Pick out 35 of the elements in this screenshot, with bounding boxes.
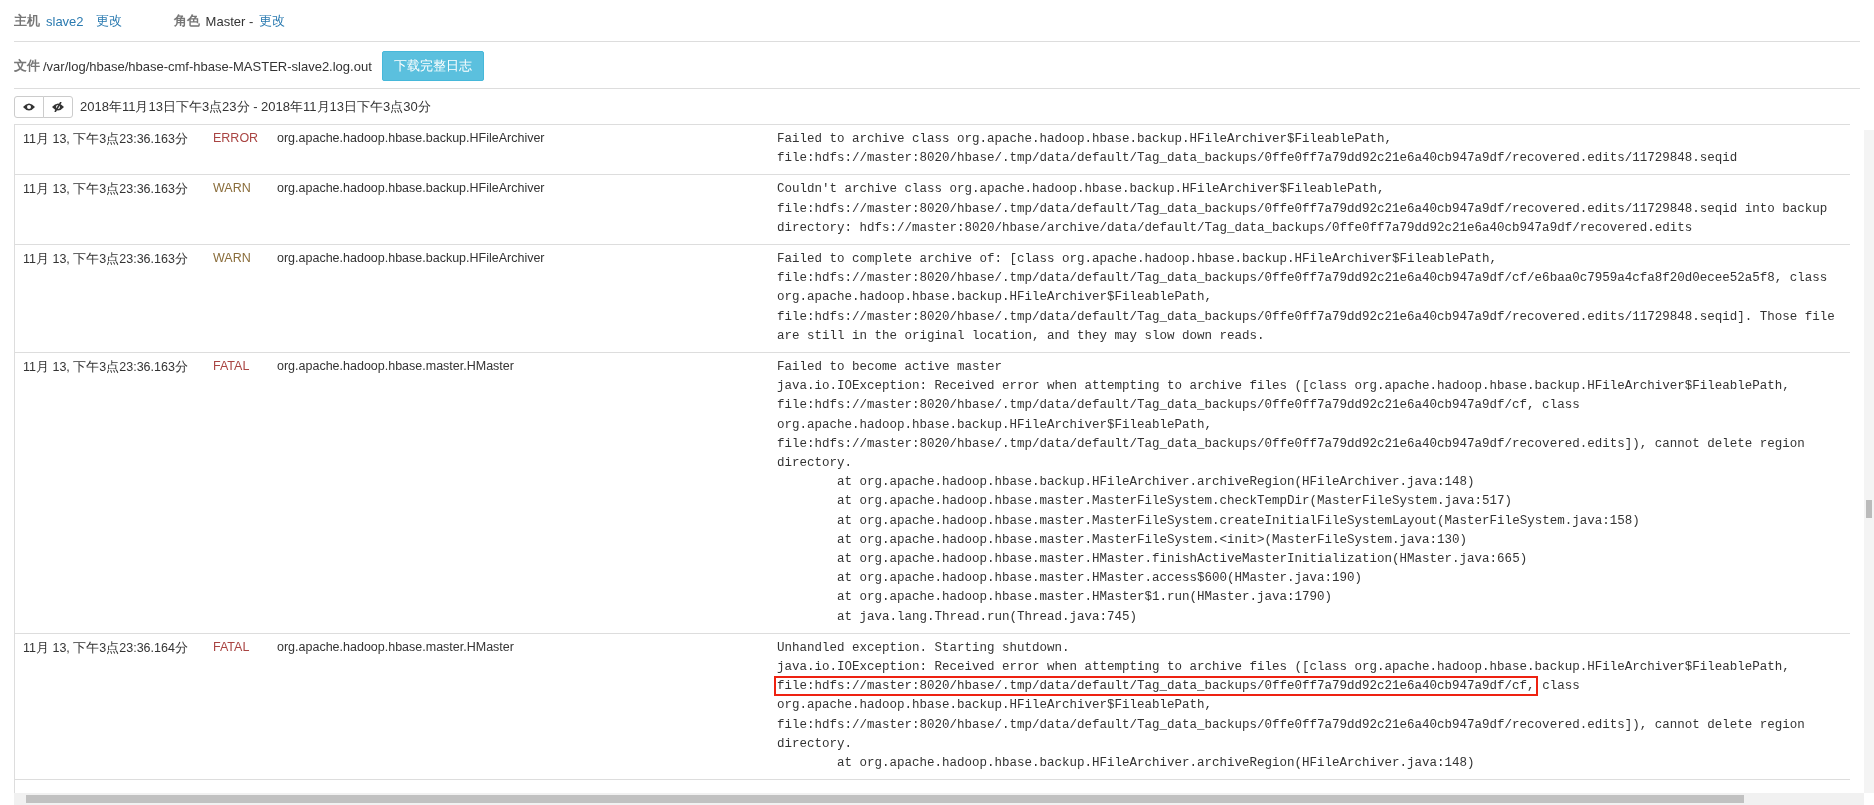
severity-cell-text: WARN bbox=[213, 250, 252, 267]
timestamp-cell-text: 11月 13, 下午3点23:36.163分 bbox=[23, 181, 189, 199]
show-button[interactable] bbox=[14, 96, 44, 118]
log-message: Failed to become active master java.io.IOException: Received error when attempting to archive files ([class org.apache.hadoop.hbase.backup.HFileArchiver$FileablePath, file:hdfs://master:8020/hbase/.tmp/data/default/Tag_data_backups/0ffe0ff7a79dd92c21e6a40cb947a9df/cf, class org.apache.hadoop.hbase.backup.HFileArchiver$FileablePath, file:hdfs://master:8020/hbase/.tmp/data/default/Tag_data_backups/0ffe0ff7a79dd92c21e6a40cb947a9df/recovered.edits]), cannot delete region directory. at org.apache.hadoop.hbase.backup.HFileArchiver.archiveRegion(HFileArchiver.java:148) at org.apache.hadoop.hbase.master.MasterFileSystem.checkTempDir(MasterFileSystem.java:517) at org.apache.hadoop.hbase.master.MasterFileSystem.createInitialFileSystemLayout(MasterFileSystem.java:158) at org.apache.hadoop.hbase.master.MasterFileSystem.<init>(MasterFileSystem.java:130) at org.apache.hadoop.hbase.master.HMaster.finishActiveMasterInitialization(HMaster.java:665) at org.apache.hadoop.hbase.master.HMaster.access$600(HMaster.java:190) at org.apache.hadoop.hbase.master.HMaster$1.run(HMaster.java:1790) at java.lang.Thread.run(Thread.java:745) bbox=[777, 359, 1805, 626]
log-message: Unhandled exception. Starting shutdown. java.io.IOException: Received error when attempting to archive files ([class org.apache.hadoop.hbase.backup.HFileArchiver$FileablePath, file:hdfs://master:8020/hbase/.tmp/data/default/Tag_data_backups/0ffe0ff7a79dd92c21e6a40cb947a9df/cf, class org.apache.hadoop.hbase.backup.HFileArchiver$FileablePath, file:hdfs://master:8020/hbase/.tmp/data/default/Tag_data_backups/0ffe0ff7a79dd92c21e6a40cb947a9df/recovered.edits]), cannot delete region directory. at org.apache.hadoop.hbase.backup.HFileArchiver.archiveRegion(HFileArchiver.java:148) bbox=[777, 638, 1805, 774]
time-range: 2018年11月13日下午3点23分 - 2018年11月13日下午3点30分 bbox=[80, 98, 431, 116]
host-label: 主机 bbox=[14, 12, 40, 30]
role-value: Master - bbox=[205, 13, 254, 29]
timestamp-cell-text: 11月 13, 下午3点23:36.164分 bbox=[23, 639, 189, 657]
source-cell-text: org.apache.hadoop.hbase.backup.HFileArchiver bbox=[277, 130, 546, 147]
severity-cell-text: ERROR bbox=[213, 130, 260, 147]
file-label: 文件 bbox=[14, 57, 40, 75]
log-message: Failed to archive class org.apache.hadoop.hbase.backup.HFileArchiver$FileablePath, file:hdfs://master:8020/hbase/.tmp/data/default/Tag_data_backups/0ffe0ff7a79dd92c21e6a40cb947a9df/recovered.edits/11729848.seqid bbox=[777, 131, 1738, 168]
change-link[interactable]: 更改 bbox=[259, 12, 286, 30]
change-link[interactable]: 更改 bbox=[95, 12, 122, 30]
log-message: Couldn't archive class org.apache.hadoop.hbase.backup.HFileArchiver$FileablePath, file:hdfs://master:8020/hbase/.tmp/data/default/Tag_data_backups/0ffe0ff7a79dd92c21e6a40cb947a9df/recovered.edits/11729848.seqid into backup directory: hdfs://master:8020/hbase/archive/data/default/Tag_data_backups/0ffe0ff7a79dd92c21e6a40cb947a9df/recovered.edits bbox=[777, 181, 1828, 237]
severity-cell-text: FATAL bbox=[213, 358, 251, 376]
severity-cell-text: WARN bbox=[213, 180, 252, 198]
vertical-scrollbar[interactable] bbox=[1864, 130, 1874, 793]
host-link[interactable]: slave2 bbox=[46, 13, 84, 29]
source-cell-text: org.apache.hadoop.hbase.backup.HFileArchiver bbox=[277, 180, 546, 198]
hide-button[interactable] bbox=[43, 96, 73, 118]
eye-icon bbox=[22, 102, 36, 112]
source-cell-text: org.apache.hadoop.hbase.backup.HFileArchiver bbox=[277, 250, 546, 267]
file-path: /var/log/hbase/hbase-cmf-hbase-MASTER-slave2.log.out bbox=[43, 58, 372, 74]
log-message: Failed to complete archive of: [class org.apache.hadoop.hbase.backup.HFileArchiver$FileablePath, file:hdfs://master:8020/hbase/.tmp/data/default/Tag_data_backups/0ffe0ff7a79dd92c21e6a40cb947a9df/cf/e6baa0c7959a4cfa8f20d0ecee52a5f8, class org.apache.hadoop.hbase.backup.HFileArchiver$FileablePath, file:hdfs://master:8020/hbase/.tmp/data/default/Tag_data_backups/0ffe0ff7a79dd92c21e6a40cb947a9df/recovered.edits/11729848.seqid]. Those file are still in the original location, and they may slow down reads. bbox=[777, 251, 1835, 345]
severity-cell-text: FATAL bbox=[213, 638, 251, 656]
timestamp-cell-text: 11月 13, 下午3点23:36.163分 bbox=[23, 251, 189, 268]
role-label: 角色 bbox=[173, 12, 200, 30]
source-cell-text: org.apache.hadoop.hbase.master.HMaster bbox=[277, 358, 515, 376]
eye-slash-icon bbox=[51, 102, 65, 112]
source-cell-text: org.apache.hadoop.hbase.master.HMaster bbox=[277, 638, 515, 656]
horizontal-scrollbar[interactable] bbox=[14, 793, 1864, 805]
timestamp-cell-text: 11月 13, 下午3点23:36.163分 bbox=[23, 359, 189, 377]
timestamp-cell-text: 11月 13, 下午3点23:36.163分 bbox=[23, 131, 189, 148]
